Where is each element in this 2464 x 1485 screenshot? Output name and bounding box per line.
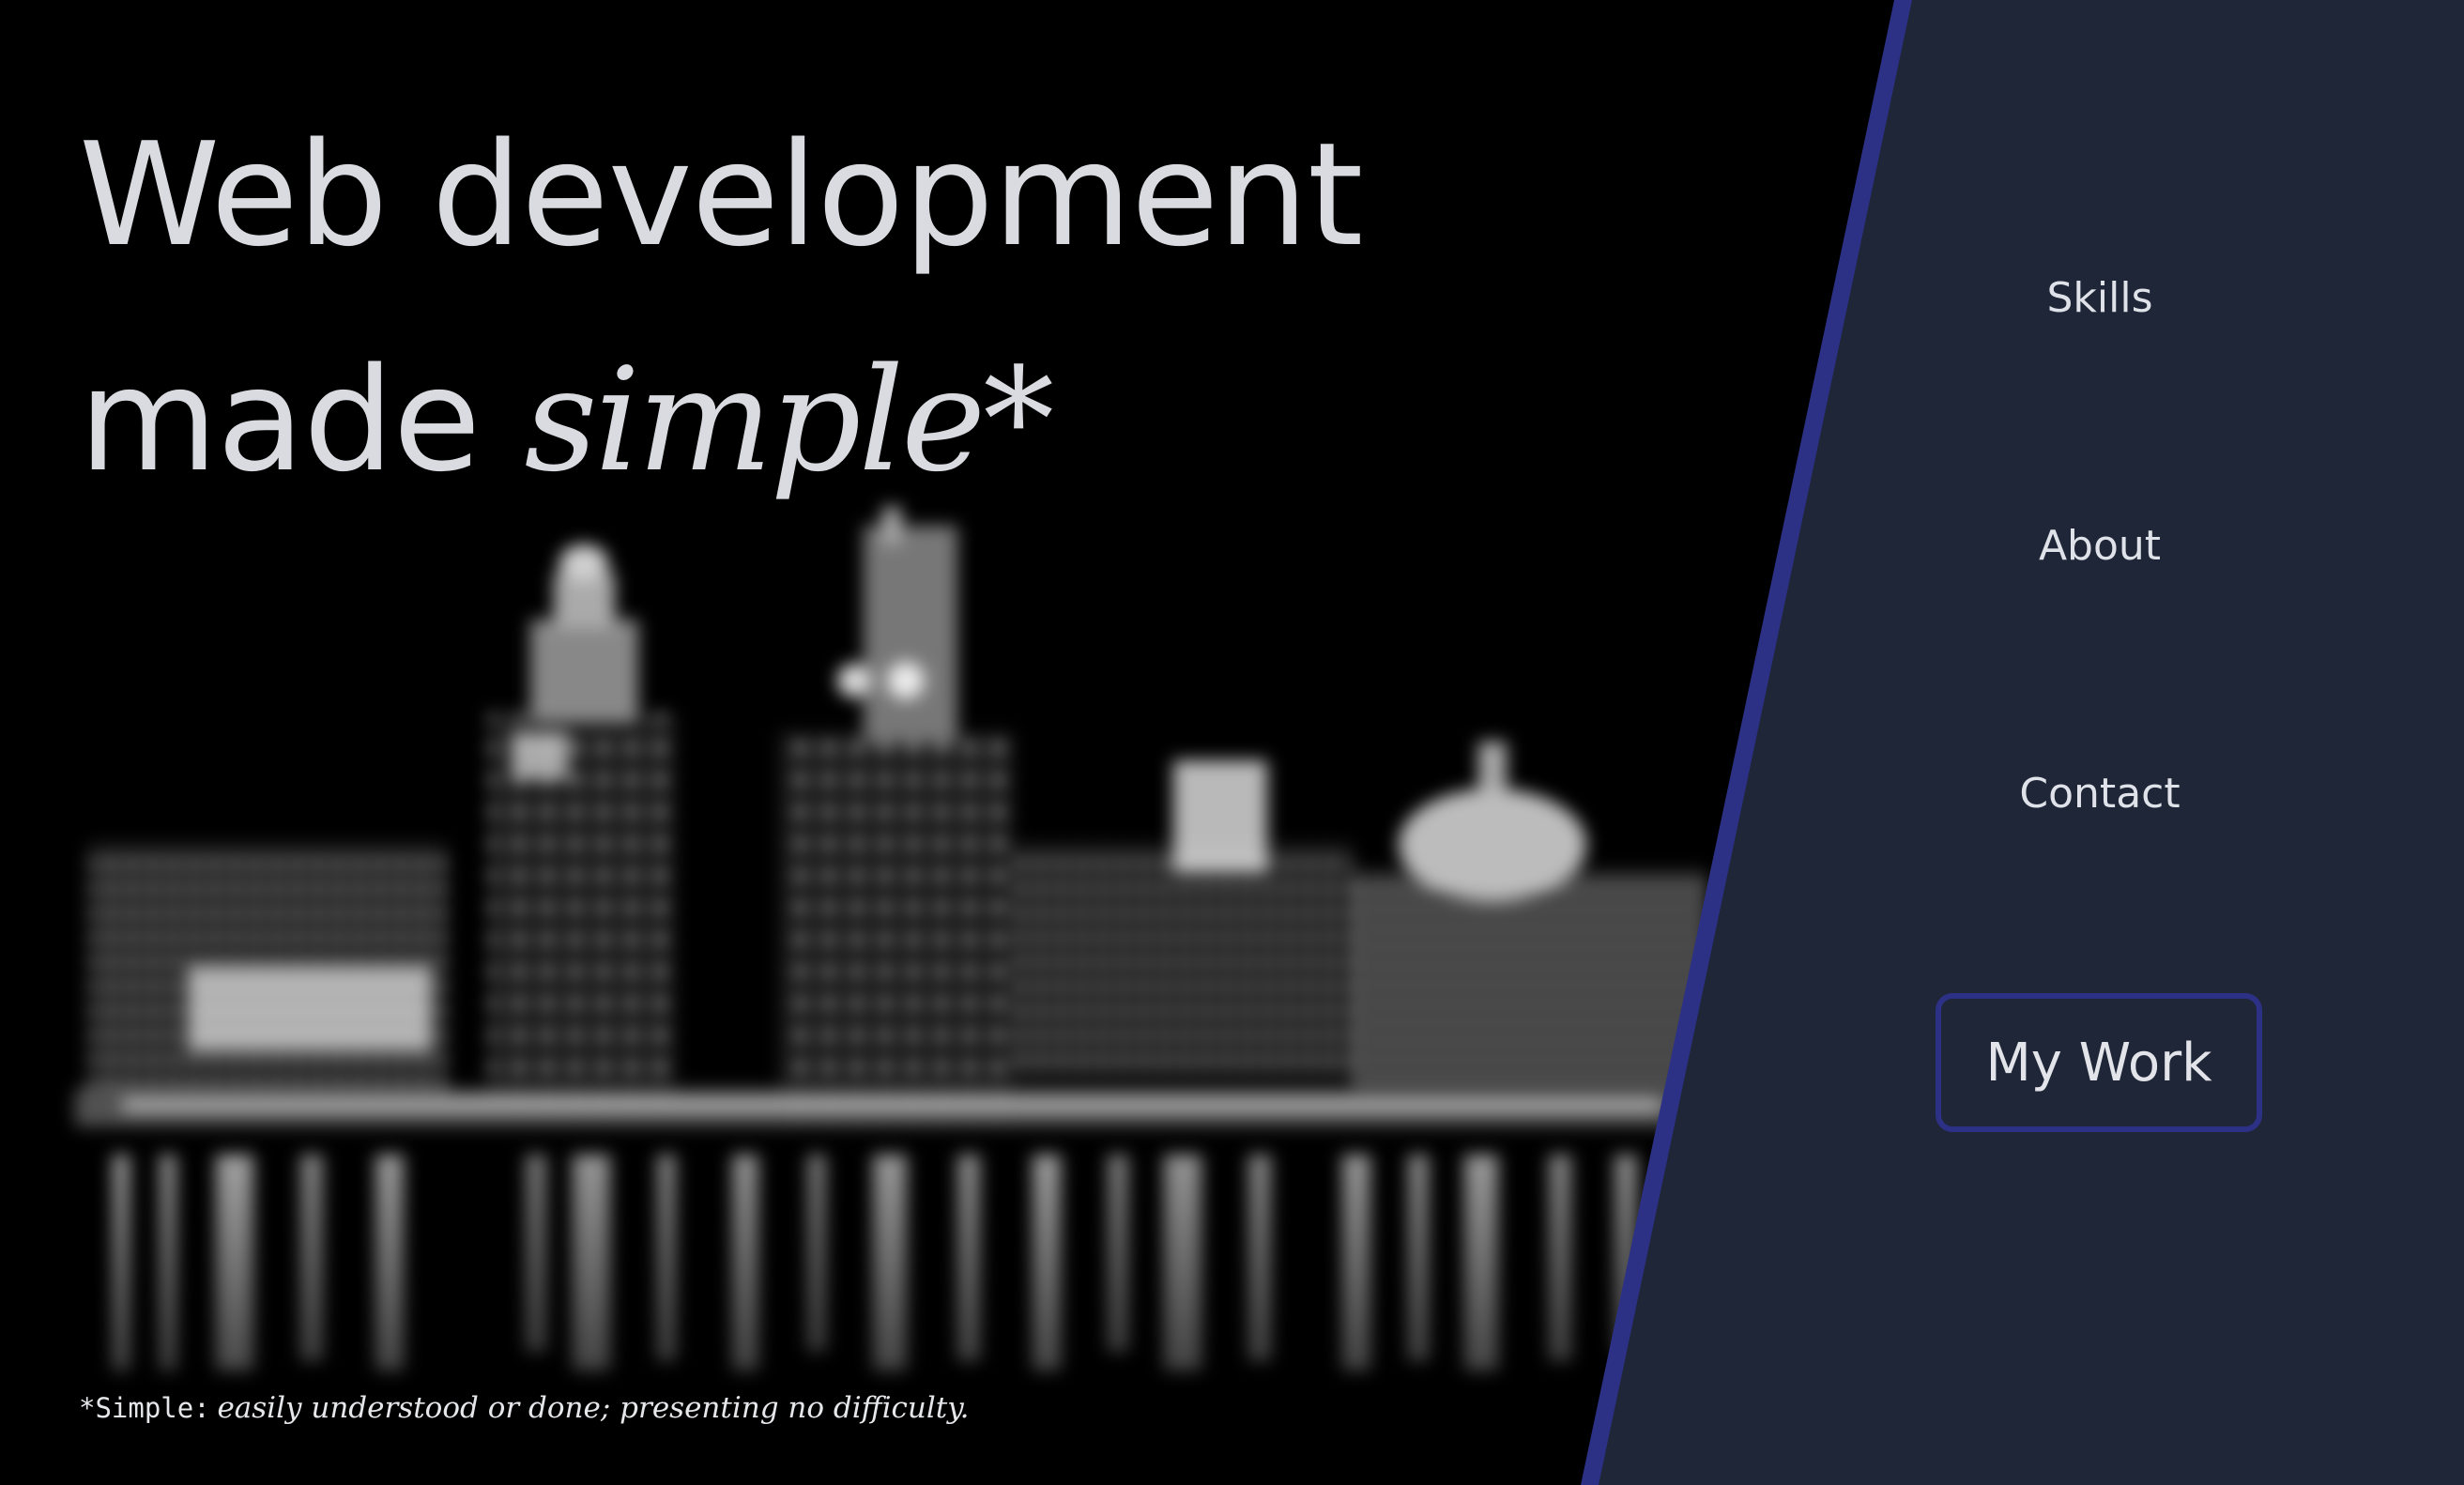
nav-link-skills-label: Skills [2046,274,2153,322]
hero-headline: Web development made simple* [79,83,1363,533]
headline-line-1: Web development [79,112,1363,278]
landing-page: Web development made simple* *Simple: ea… [0,0,2464,1485]
footnote-definition: easily understood or done; presenting no… [217,1391,970,1425]
footnote-term: *Simple: [79,1392,210,1424]
nav-link-about-label: About [2038,522,2162,570]
headline-emphasis: simple* [524,337,1055,503]
headline-line-2-prefix: made [79,337,525,503]
definition-footnote: *Simple: easily understood or done; pres… [79,1391,970,1425]
nav-link-contact-label: Contact [2019,770,2181,818]
my-work-button[interactable]: My Work [1936,993,2262,1132]
